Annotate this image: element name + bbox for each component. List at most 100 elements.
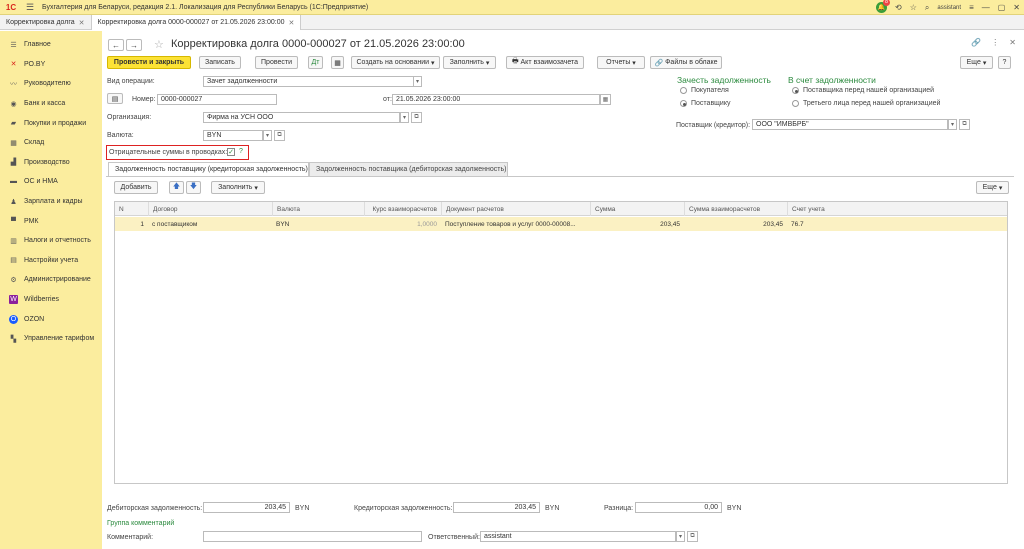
move-up-icon[interactable]: 🡅: [169, 181, 184, 194]
more-button[interactable]: Еще ▾: [960, 56, 993, 69]
operation-type-select[interactable]: Зачет задолженности: [203, 76, 414, 87]
help-button[interactable]: ?: [998, 56, 1011, 69]
contract-cell[interactable]: с поставщиком: [148, 217, 272, 231]
third-party-debt-radio[interactable]: Третьего лица перед нашей организацией: [792, 100, 940, 107]
restore-icon[interactable]: ▢: [998, 3, 1006, 12]
open-link-icon[interactable]: ⧉: [411, 112, 422, 123]
move-down-icon[interactable]: 🡇: [186, 181, 201, 194]
sidebar-item-ozon[interactable]: O OZON: [0, 309, 102, 329]
tab-debtor-debt[interactable]: Задолженность поставщика (дебиторская за…: [309, 162, 508, 176]
back-arrow-icon[interactable]: ←: [108, 39, 124, 51]
more-vertical-icon[interactable]: ⋮: [991, 38, 999, 47]
hamburger-menu-icon[interactable]: ☰: [22, 2, 38, 13]
column-header[interactable]: Счет учета: [787, 202, 1009, 216]
chevron-down-icon[interactable]: ▾: [400, 112, 409, 123]
debt-table[interactable]: N Договор Валюта Курс взаиморасчетов Док…: [114, 201, 1008, 484]
sidebar-item-fixed-assets[interactable]: ▬ ОС и НМА: [0, 172, 102, 192]
comments-group-link[interactable]: Группа комментарий: [107, 520, 174, 527]
numbering-icon[interactable]: ▤: [107, 93, 123, 104]
close-window-icon[interactable]: ✕: [1013, 3, 1020, 12]
reports-button[interactable]: Отчеты ▾: [597, 56, 645, 69]
offset-buyer-radio[interactable]: Покупателя: [680, 87, 729, 94]
sidebar-item-taxes[interactable]: ▥ Налоги и отчетность: [0, 231, 102, 251]
close-tab-icon[interactable]: ✕: [79, 19, 85, 27]
sidebar-item-purchases-sales[interactable]: ▰ Покупки и продажи: [0, 113, 102, 133]
sidebar-item-director[interactable]: 〰 Руководителю: [0, 74, 102, 94]
sidebar-item-wildberries[interactable]: W Wildberries: [0, 290, 102, 310]
tab-debt-correction-list[interactable]: Корректировка долга ✕: [0, 15, 92, 30]
chevron-down-icon[interactable]: ▾: [263, 130, 272, 141]
table-row[interactable]: 1 с поставщиком BYN 1,0000 Поступление т…: [115, 217, 1007, 231]
chevron-down-icon[interactable]: ▾: [676, 531, 685, 542]
sidebar-item-production[interactable]: ▟ Производство: [0, 153, 102, 173]
open-link-icon[interactable]: ⧉: [274, 130, 285, 141]
chevron-down-icon[interactable]: ▾: [948, 119, 957, 130]
open-link-icon[interactable]: ⧉: [687, 531, 698, 542]
user-name[interactable]: assistant: [937, 5, 961, 11]
close-form-icon[interactable]: ✕: [1009, 38, 1016, 47]
chevron-down-icon[interactable]: ▾: [413, 76, 422, 87]
responsible-field[interactable]: assistant: [480, 531, 676, 542]
currency-cell[interactable]: BYN: [272, 217, 364, 231]
sidebar-item-administration[interactable]: ⚙ Администрирование: [0, 270, 102, 290]
negative-amounts-checkbox[interactable]: ✓: [227, 148, 235, 156]
save-button[interactable]: Записать: [199, 56, 241, 69]
post-button[interactable]: Провести: [255, 56, 298, 69]
comment-field[interactable]: [203, 531, 422, 542]
number-field[interactable]: 0000-000027: [157, 94, 277, 105]
open-link-icon[interactable]: ⧉: [959, 119, 970, 130]
settings-menu-icon[interactable]: ≡: [969, 3, 974, 12]
account-cell[interactable]: 76.7: [787, 217, 1009, 231]
favorite-star-icon[interactable]: ☆: [154, 38, 164, 51]
act-button[interactable]: 🖶 Акт взаимозачета: [506, 56, 584, 69]
close-tab-icon[interactable]: ✕: [288, 19, 294, 27]
rate-cell[interactable]: 1,0000: [364, 217, 441, 231]
supplier-field[interactable]: ООО "ИМВБРБ": [752, 119, 948, 130]
organization-field[interactable]: Фирма на УСН ООО: [203, 112, 400, 123]
column-header[interactable]: Документ расчетов: [441, 202, 590, 216]
sidebar-item-rmk[interactable]: ▀ РМК: [0, 211, 102, 231]
settlement-amount-cell[interactable]: 203,45: [684, 217, 787, 231]
cloud-files-button[interactable]: 🔗 Файлы в облаке: [650, 56, 722, 69]
column-header[interactable]: N: [115, 202, 148, 216]
sidebar-item-roby[interactable]: ✕ РО.BY: [0, 55, 102, 75]
sidebar-item-warehouse[interactable]: ▦ Склад: [0, 133, 102, 153]
tab-creditor-debt[interactable]: Задолженность поставщику (кредиторская з…: [108, 162, 309, 176]
structure-icon[interactable]: ▦: [331, 56, 344, 69]
help-icon[interactable]: ?: [239, 148, 243, 155]
link-icon[interactable]: 🔗: [971, 38, 981, 47]
date-field[interactable]: 21.05.2026 23:00:00: [392, 94, 600, 105]
post-and-close-button[interactable]: Провести и закрыть: [107, 56, 191, 69]
currency-field[interactable]: BYN: [203, 130, 263, 141]
amount-cell[interactable]: 203,45: [590, 217, 684, 231]
column-header[interactable]: Договор: [148, 202, 272, 216]
sidebar-item-bank[interactable]: ◉ Банк и касса: [0, 94, 102, 114]
sidebar-item-tariff[interactable]: ▚ Управление тарифом: [0, 329, 102, 349]
radio-label: Поставщика перед нашей организацией: [803, 87, 935, 94]
dt-kt-icon[interactable]: Дт: [308, 56, 323, 69]
sidebar-item-accounting-settings[interactable]: ▤ Настройки учета: [0, 251, 102, 271]
fill-button[interactable]: Заполнить ▾: [443, 56, 496, 69]
column-header[interactable]: Сумма взаиморасчетов: [684, 202, 787, 216]
offset-supplier-radio[interactable]: Поставщику: [680, 100, 730, 107]
favorites-star-icon[interactable]: ☆: [910, 3, 917, 12]
create-based-on-button[interactable]: Создать на основании ▾: [351, 56, 440, 69]
supplier-debt-radio[interactable]: Поставщика перед нашей организацией: [792, 87, 934, 94]
add-row-button[interactable]: Добавить: [114, 181, 158, 194]
radio-label: Третьего лица перед нашей организацией: [803, 100, 941, 107]
search-icon[interactable]: ⌕: [925, 3, 929, 13]
column-header[interactable]: Валюта: [272, 202, 364, 216]
calendar-icon[interactable]: ▦: [600, 94, 611, 105]
minimize-icon[interactable]: —: [982, 3, 990, 12]
table-more-button[interactable]: Еще ▾: [976, 181, 1009, 194]
table-fill-button[interactable]: Заполнить ▾: [211, 181, 265, 194]
column-header[interactable]: Курс взаиморасчетов: [364, 202, 441, 216]
forward-arrow-icon[interactable]: →: [126, 39, 142, 51]
history-icon[interactable]: ⟲: [895, 3, 902, 12]
sidebar-item-main[interactable]: ☰ Главное: [0, 35, 102, 55]
tab-debt-correction-document[interactable]: Корректировка долга 0000-000027 от 21.05…: [91, 15, 302, 30]
notifications-icon[interactable]: 🔔 8: [876, 0, 891, 13]
sidebar-item-salary[interactable]: ♟ Зарплата и кадры: [0, 192, 102, 212]
column-header[interactable]: Сумма: [590, 202, 684, 216]
document-cell[interactable]: Поступление товаров и услуг 0000-00008..…: [441, 217, 590, 231]
